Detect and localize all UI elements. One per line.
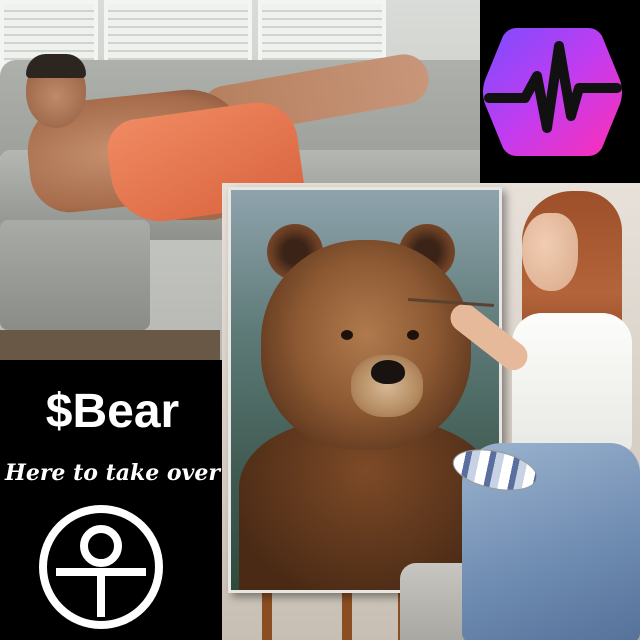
floor — [0, 330, 220, 360]
bear-eye — [341, 330, 353, 340]
woman-white-top — [512, 313, 632, 453]
heartbeat-pulse-hexagon-icon — [483, 28, 622, 156]
ot-circle-monogram-icon — [39, 505, 163, 629]
bear-nose — [371, 360, 405, 384]
token-ticker: $Bear — [45, 385, 180, 438]
tagline: Here to take over — [5, 460, 220, 486]
bear-eye — [407, 330, 419, 340]
bear-painting — [228, 187, 502, 593]
sofa-armrest — [0, 220, 150, 330]
bear-head — [261, 240, 471, 450]
man-hair — [26, 54, 86, 78]
meme-canvas: $Bear Here to take over — [0, 0, 640, 640]
woman-face — [522, 213, 578, 291]
woman-painting-bear-photo — [222, 183, 640, 640]
